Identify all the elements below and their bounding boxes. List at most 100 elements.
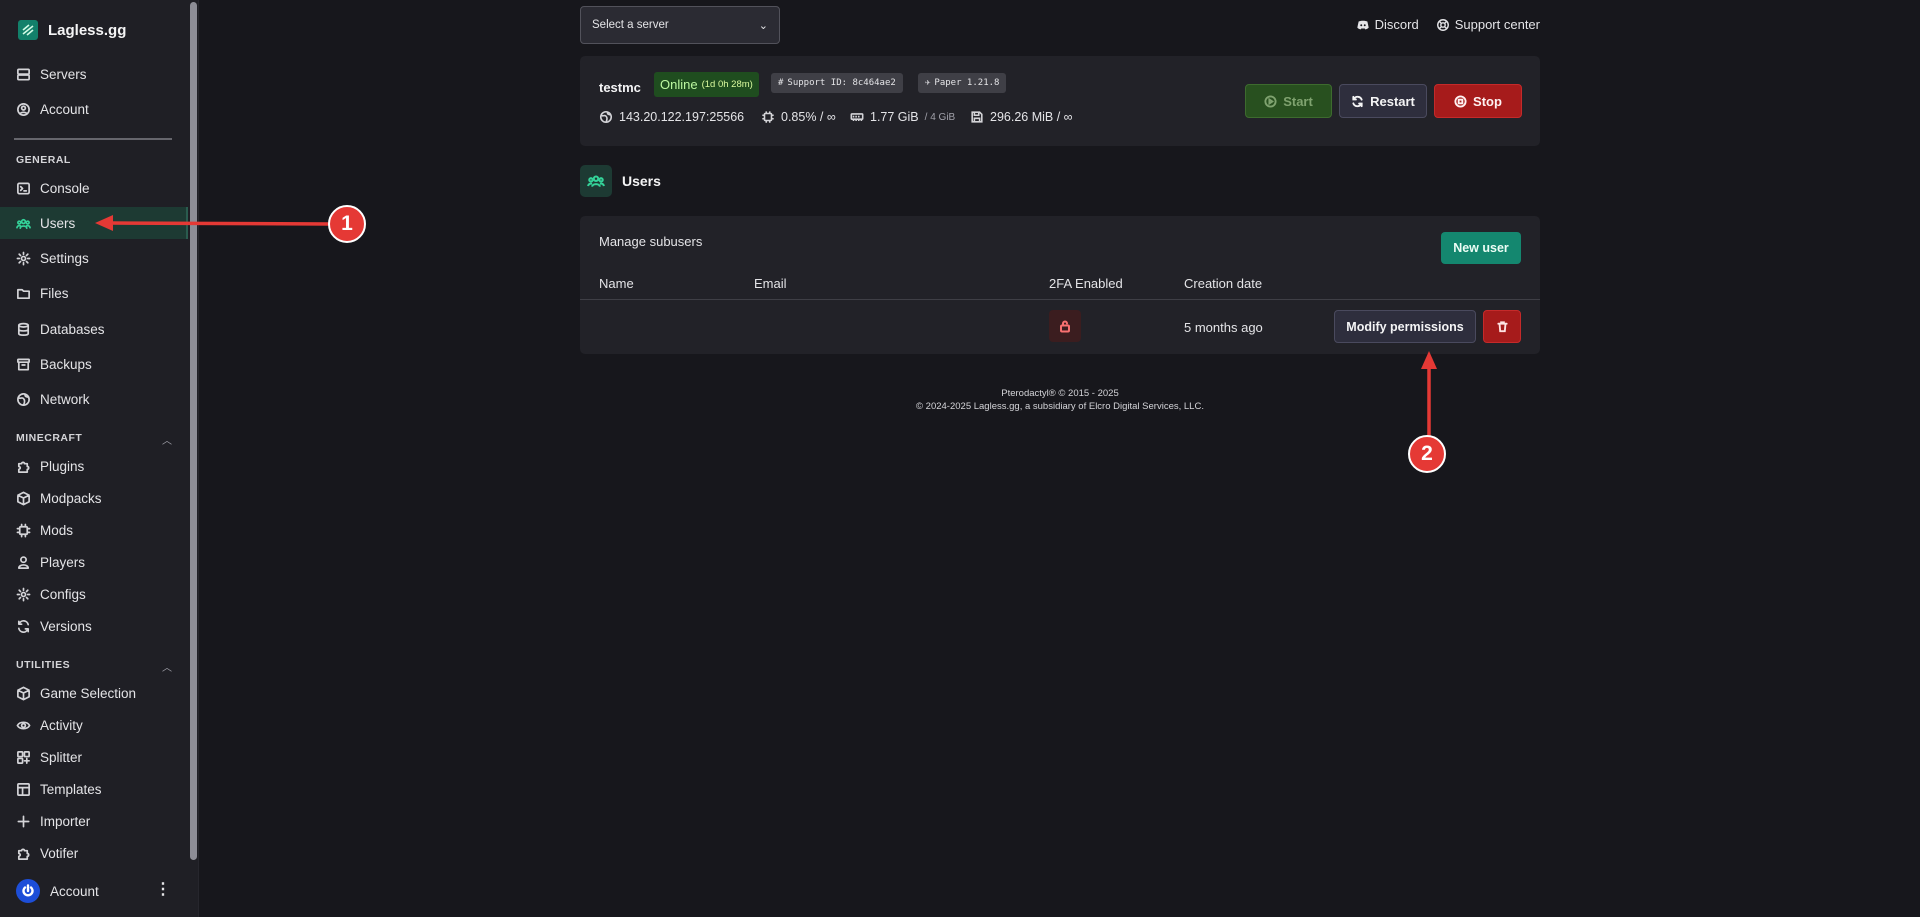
server-name: testmc — [599, 80, 641, 95]
sidebar-item-label: Versions — [40, 618, 92, 634]
sidebar-item-game-selection[interactable]: Game Selection — [0, 677, 188, 709]
sidebar-item-activity[interactable]: Activity — [0, 709, 188, 741]
sidebar-item-account[interactable]: Account — [0, 93, 188, 125]
sidebar-item-users[interactable]: Users — [0, 207, 188, 239]
play-circle-icon — [1264, 94, 1277, 108]
annotation-marker-1: 1 — [328, 205, 366, 243]
sidebar-item-label: Console — [40, 180, 90, 196]
stop-label: Stop — [1473, 93, 1502, 109]
start-button[interactable]: Start — [1245, 84, 1332, 118]
sidebar-item-servers[interactable]: Servers — [0, 58, 188, 90]
lifebuoy-icon — [1436, 18, 1449, 31]
modify-permissions-button[interactable]: Modify permissions — [1334, 310, 1476, 343]
sidebar-item-players[interactable]: Players — [0, 546, 188, 578]
brand-name: Lagless.gg — [48, 21, 127, 39]
refresh-icon — [17, 619, 30, 633]
sidebar-item-label: Configs — [40, 586, 86, 602]
globe-icon — [17, 392, 30, 406]
column-header-2fa: 2FA Enabled — [1049, 276, 1123, 291]
database-icon — [17, 322, 30, 336]
section-utilities: UTILITIES — [16, 659, 71, 671]
sidebar-item-databases[interactable]: Databases — [0, 313, 188, 345]
paper-icon: ✈ — [925, 78, 931, 88]
sidebar-item-plugins[interactable]: Plugins — [0, 450, 188, 482]
software-text: Paper 1.21.8 — [934, 78, 1000, 88]
status-text: Online — [660, 77, 698, 92]
users-icon — [580, 165, 612, 197]
refresh-icon — [1352, 95, 1363, 107]
brand[interactable]: Lagless.gg — [18, 20, 126, 40]
column-header-creation-date: Creation date — [1184, 276, 1263, 291]
sidebar-scrollbar[interactable] — [190, 2, 197, 860]
sidebar-item-network[interactable]: Network — [0, 383, 188, 415]
memory-text: 1.77 GiB — [870, 110, 919, 124]
server-select[interactable]: Select a server ⌄ — [580, 6, 780, 44]
servers-icon — [17, 68, 30, 80]
sidebar-item-importer[interactable]: Importer — [0, 805, 188, 837]
sidebar-item-label: Mods — [40, 522, 74, 538]
restart-button[interactable]: Restart — [1339, 84, 1427, 118]
sidebar-item-console[interactable]: Console — [0, 172, 188, 204]
stat-cpu: 0.85% / ∞ — [761, 110, 836, 124]
section-minecraft: MINECRAFT — [16, 432, 83, 444]
stat-address[interactable]: 143.20.122.197:25566 — [599, 110, 744, 124]
sidebar-item-label: Game Selection — [40, 685, 137, 701]
utilities-collapse-chevron-icon[interactable]: ︿ — [162, 659, 172, 674]
users-icon — [16, 218, 31, 229]
sidebar-item-label: Files — [40, 285, 69, 301]
sidebar-item-mods[interactable]: Mods — [0, 514, 188, 546]
sidebar-item-splitter[interactable]: Splitter — [0, 741, 188, 773]
start-label: Start — [1283, 93, 1313, 109]
support-center-link[interactable]: Support center — [1436, 17, 1540, 32]
discord-link[interactable]: Discord — [1356, 17, 1419, 32]
power-icon — [22, 884, 34, 897]
sidebar-item-votifer[interactable]: Votifer — [0, 837, 188, 869]
subusers-card: Manage subusers New user Name Email 2FA … — [580, 216, 1540, 354]
footer: Pterodactyl® © 2015 - 2025 © 2024-2025 L… — [580, 387, 1540, 413]
sidebar-item-versions[interactable]: Versions — [0, 610, 188, 642]
gear-icon — [16, 587, 31, 601]
sidebar-item-label: Backups — [40, 356, 92, 372]
sidebar-item-label: Account — [40, 101, 89, 117]
delete-user-button[interactable] — [1483, 310, 1521, 343]
sidebar-item-label: Users — [40, 215, 76, 231]
sidebar-item-files[interactable]: Files — [0, 277, 188, 309]
avatar — [16, 879, 40, 903]
column-header-name: Name — [599, 276, 634, 291]
sidebar-item-label: Votifer — [40, 845, 79, 861]
footer-line-1: Pterodactyl® © 2015 - 2025 — [1001, 388, 1119, 399]
hash-icon: # — [778, 78, 784, 88]
globe-icon — [599, 110, 613, 124]
sidebar-item-label: Players — [40, 554, 86, 570]
trash-icon — [1496, 321, 1508, 333]
new-user-button[interactable]: New user — [1441, 232, 1521, 264]
sidebar-item-configs[interactable]: Configs — [0, 578, 188, 610]
status-badge: Online (1d 0h 28m) — [654, 72, 759, 97]
sidebar-item-label: Servers — [40, 66, 87, 82]
cpu-icon — [762, 111, 774, 123]
chip-icon — [16, 523, 31, 537]
minecraft-collapse-chevron-icon[interactable]: ︿ — [162, 432, 172, 447]
unlock-icon — [1060, 320, 1070, 333]
sidebar-item-label: Importer — [40, 813, 91, 829]
table-divider — [580, 299, 1540, 300]
server-select-placeholder: Select a server — [592, 19, 669, 31]
sidebar-divider — [14, 138, 172, 140]
sidebar-item-settings[interactable]: Settings — [0, 242, 188, 274]
sidebar-item-templates[interactable]: Templates — [0, 773, 188, 805]
eye-icon — [16, 720, 31, 730]
terminal-icon — [17, 182, 30, 194]
sidebar-item-modpacks[interactable]: Modpacks — [0, 482, 188, 514]
stop-button[interactable]: Stop — [1434, 84, 1522, 118]
lagless-logo-icon — [18, 20, 38, 40]
section-general: GENERAL — [16, 154, 71, 166]
sidebar-item-label: Settings — [40, 250, 89, 266]
stat-disk: 296.26 MiB / ∞ — [970, 110, 1073, 124]
sidebar-item-backups[interactable]: Backups — [0, 348, 188, 380]
template-icon — [17, 782, 30, 796]
software-badge: ✈ Paper 1.21.8 — [918, 73, 1007, 93]
sidebar-item-label: Modpacks — [40, 490, 102, 506]
support-id-badge[interactable]: # Support ID: 8c464ae2 — [771, 73, 903, 93]
sidebar-item-label: Plugins — [40, 458, 85, 474]
more-options-icon[interactable]: ⋮ — [155, 882, 171, 898]
